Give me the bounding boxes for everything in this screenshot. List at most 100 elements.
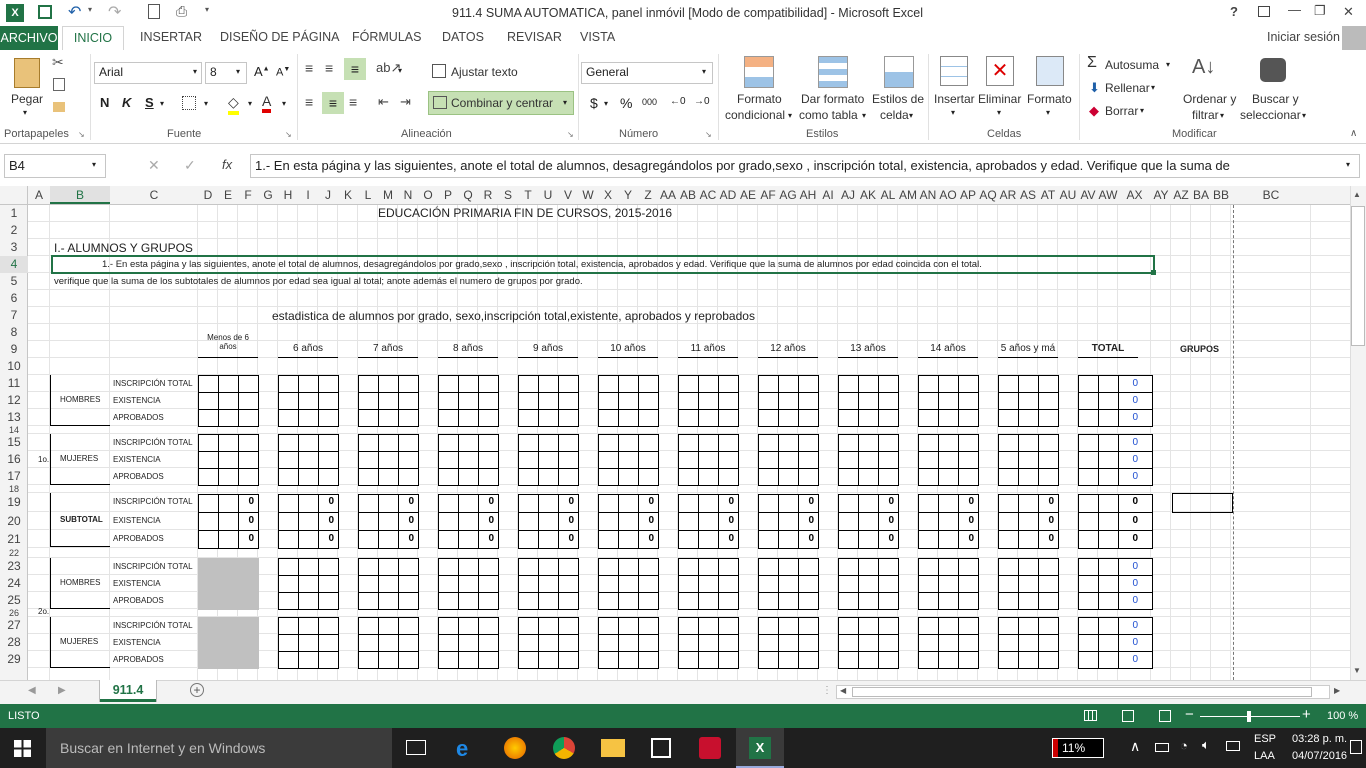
entry-cell[interactable] [218, 530, 239, 549]
cut-icon[interactable]: ✂ [52, 54, 64, 71]
entry-cell[interactable] [678, 434, 699, 452]
entry-cell[interactable] [278, 592, 299, 610]
entry-cell[interactable] [198, 592, 219, 610]
entry-cell[interactable] [438, 434, 459, 452]
entry-cell[interactable] [778, 494, 799, 513]
firefox-icon[interactable] [504, 737, 526, 759]
entry-cell[interactable] [218, 434, 239, 452]
confirm-entry-icon[interactable]: ✓ [184, 157, 196, 174]
entry-cell[interactable] [678, 592, 699, 610]
formula-input[interactable]: 1.- En esta página y las siguientes, ano… [250, 154, 1360, 178]
entry-cell[interactable] [638, 651, 659, 669]
notifications-icon[interactable] [1350, 740, 1362, 754]
entry-cell[interactable] [458, 494, 479, 513]
entry-cell[interactable] [798, 375, 819, 393]
merge-dropdown-icon[interactable]: ▾ [563, 98, 567, 107]
decrease-decimal-icon[interactable]: →0 [694, 96, 710, 107]
entry-cell[interactable] [478, 634, 499, 652]
conditional-format-label-2[interactable]: condicional [725, 108, 785, 122]
entry-cell[interactable] [1038, 392, 1059, 410]
entry-cell[interactable] [478, 558, 499, 576]
entry-cell[interactable] [698, 651, 719, 669]
entry-cell[interactable] [1098, 634, 1119, 652]
entry-cell[interactable] [358, 392, 379, 410]
entry-cell[interactable] [1038, 634, 1059, 652]
entry-cell[interactable] [298, 592, 319, 610]
entry-cell[interactable] [858, 375, 879, 393]
entry-cell[interactable] [378, 451, 399, 469]
entry-cell[interactable] [718, 451, 739, 469]
entry-cell[interactable] [278, 392, 299, 410]
entry-cell[interactable] [778, 434, 799, 452]
entry-cell[interactable] [1038, 451, 1059, 469]
entry-cell[interactable] [438, 375, 459, 393]
entry-cell[interactable] [878, 575, 899, 593]
entry-cell[interactable] [458, 375, 479, 393]
sort-filter-icon[interactable]: A↓ [1192, 56, 1215, 79]
entry-cell[interactable] [538, 434, 559, 452]
entry-cell[interactable] [198, 451, 219, 469]
entry-cell[interactable] [378, 575, 399, 593]
entry-cell[interactable] [778, 451, 799, 469]
entry-cell[interactable] [1018, 392, 1039, 410]
entry-cell[interactable] [198, 375, 219, 393]
chrome-icon[interactable] [553, 737, 575, 759]
entry-cell[interactable] [938, 392, 959, 410]
entry-cell[interactable] [398, 409, 419, 427]
entry-cell[interactable] [318, 375, 339, 393]
entry-cell[interactable] [358, 634, 379, 652]
entry-cell[interactable] [458, 434, 479, 452]
entry-cell[interactable] [198, 530, 219, 549]
entry-cell[interactable] [918, 530, 939, 549]
entry-cell[interactable] [378, 375, 399, 393]
font-color-dropdown-icon[interactable]: ▾ [282, 99, 286, 108]
entry-cell[interactable] [438, 512, 459, 531]
entry-cell[interactable] [638, 468, 659, 486]
entry-cell[interactable] [958, 409, 979, 427]
entry-cell[interactable] [198, 617, 219, 635]
entry-cell[interactable] [598, 651, 619, 669]
entry-cell[interactable] [278, 409, 299, 427]
show-hidden-icons[interactable]: ∧ [1130, 738, 1140, 755]
entry-cell[interactable] [878, 392, 899, 410]
entry-cell[interactable] [378, 592, 399, 610]
entry-cell[interactable] [198, 575, 219, 593]
entry-cell[interactable] [558, 434, 579, 452]
italic-button[interactable]: K [122, 95, 131, 110]
entry-cell[interactable] [218, 651, 239, 669]
entry-cell[interactable] [758, 634, 779, 652]
new-document-icon[interactable] [148, 4, 160, 19]
entry-cell[interactable] [538, 592, 559, 610]
conditional-format-label-1[interactable]: Formato [737, 92, 782, 106]
entry-cell[interactable] [698, 592, 719, 610]
entry-cell[interactable] [538, 451, 559, 469]
entry-cell[interactable] [558, 375, 579, 393]
entry-cell[interactable] [298, 558, 319, 576]
autosum-button[interactable]: Autosuma [1105, 58, 1159, 72]
clock-time[interactable]: 03:28 p. m. [1292, 733, 1347, 745]
entry-cell[interactable] [1098, 392, 1119, 410]
entry-cell[interactable] [558, 468, 579, 486]
entry-cell[interactable] [878, 617, 899, 635]
entry-cell[interactable] [458, 575, 479, 593]
increase-indent-icon[interactable]: ⇥ [400, 94, 411, 110]
entry-cell[interactable] [838, 634, 859, 652]
entry-cell[interactable] [518, 634, 539, 652]
entry-cell[interactable] [538, 651, 559, 669]
entry-cell[interactable] [558, 651, 579, 669]
entry-cell[interactable] [438, 651, 459, 669]
entry-cell[interactable] [958, 392, 979, 410]
page-break-view-icon[interactable] [1159, 710, 1171, 722]
entry-cell[interactable] [278, 634, 299, 652]
entry-cell[interactable] [838, 375, 859, 393]
find-select-dropdown-icon[interactable]: ▾ [1302, 111, 1306, 120]
undo-icon[interactable]: ↶ [68, 2, 81, 22]
copy-icon[interactable] [53, 78, 65, 91]
fill-handle[interactable] [1151, 270, 1156, 275]
clock-date[interactable]: 04/07/2016 [1292, 750, 1347, 762]
entry-cell[interactable] [538, 617, 559, 635]
entry-cell[interactable] [938, 434, 959, 452]
entry-cell[interactable] [598, 392, 619, 410]
entry-cell[interactable] [278, 468, 299, 486]
entry-cell[interactable] [378, 392, 399, 410]
